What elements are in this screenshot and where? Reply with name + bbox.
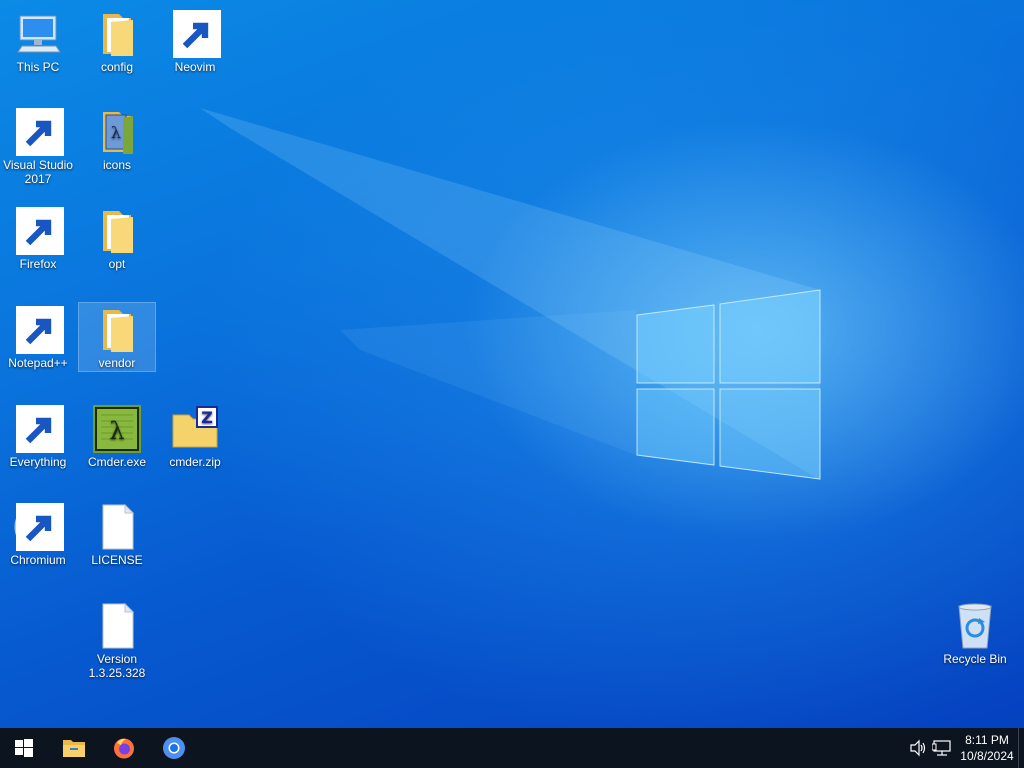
svg-text:λ: λ xyxy=(109,417,124,445)
desktop-icon-label: Recycle Bin xyxy=(943,652,1007,666)
file-explorer-icon xyxy=(63,740,85,757)
desktop-icon-label: Neovim xyxy=(174,60,216,74)
file-icon xyxy=(93,602,141,650)
chromium-icon xyxy=(14,503,64,551)
desktop-icon-license[interactable]: LICENSE xyxy=(79,503,155,571)
start-button[interactable] xyxy=(0,728,48,768)
start-icon xyxy=(15,739,33,757)
desktop-icon-label: vendor xyxy=(98,356,136,370)
notepad-plus-plus-icon xyxy=(14,306,64,354)
desktop-icon-label: Cmder.exe xyxy=(87,455,147,469)
firefox-icon xyxy=(114,738,134,759)
firefox-icon xyxy=(14,207,64,255)
folder-icon xyxy=(93,10,141,58)
desktop-icon-chromium[interactable]: Chromium xyxy=(0,503,76,571)
svg-text:λ: λ xyxy=(111,123,121,142)
show-desktop-button[interactable] xyxy=(1018,728,1024,768)
desktop-icon-recycle-bin[interactable]: Recycle Bin xyxy=(937,602,1013,670)
desktop-icon-label: Chromium xyxy=(10,553,66,567)
desktop-icon-firefox[interactable]: Firefox xyxy=(0,207,76,275)
desktop[interactable]: This PC config Neovim Visual Studio 2017… xyxy=(0,0,1024,728)
desktop-icon-opt[interactable]: opt xyxy=(79,207,155,275)
shortcut-arrow-icon xyxy=(16,306,64,354)
zip-folder-icon: Z xyxy=(171,405,219,453)
everything-search-icon xyxy=(14,405,64,453)
visual-studio-icon xyxy=(14,108,64,156)
desktop-icon-label: Visual Studio 2017 xyxy=(3,158,73,186)
desktop-icon-label: cmder.zip xyxy=(169,455,221,469)
desktop-icon-label: Everything xyxy=(9,455,67,469)
shortcut-arrow-icon xyxy=(16,207,64,255)
desktop-icon-notepad-plus-plus[interactable]: Notepad++ xyxy=(0,306,76,374)
desktop-icon-version-file[interactable]: Version 1.3.25.328 xyxy=(79,602,155,680)
svg-text:Z: Z xyxy=(201,408,213,427)
clock-date: 10/8/2024 xyxy=(960,749,1014,763)
desktop-icon-label: This PC xyxy=(16,60,60,74)
desktop-icon-label: Notepad++ xyxy=(8,356,68,370)
desktop-icon-everything[interactable]: Everything xyxy=(0,405,76,473)
folder-icon xyxy=(93,306,141,354)
desktop-icon-cmder-exe[interactable]: λ Cmder.exe xyxy=(79,405,155,473)
desktop-icon-vendor[interactable]: vendor xyxy=(78,302,156,372)
taskbar-clock[interactable]: 8:11 PM 10/8/2024 xyxy=(952,732,1022,764)
this-pc-icon xyxy=(14,10,62,58)
taskbar-chromium[interactable] xyxy=(150,728,198,768)
desktop-icon-label: config xyxy=(100,60,134,74)
desktop-icon-config[interactable]: config xyxy=(79,10,155,78)
desktop-icon-label: Version 1.3.25.328 xyxy=(88,652,146,680)
taskbar-file-explorer[interactable] xyxy=(50,728,98,768)
folder-icon: λ xyxy=(93,108,141,156)
volume-icon[interactable] xyxy=(908,738,928,758)
desktop-icon-label: LICENSE xyxy=(91,553,143,567)
desktop-icon-this-pc[interactable]: This PC xyxy=(0,10,76,78)
network-icon[interactable] xyxy=(932,738,952,758)
desktop-icon-visual-studio[interactable]: Visual Studio 2017 xyxy=(0,108,76,186)
windows-logo-wallpaper xyxy=(636,289,821,480)
shortcut-arrow-icon xyxy=(16,503,64,551)
shortcut-arrow-icon xyxy=(173,10,221,58)
desktop-icon-label: Firefox xyxy=(19,257,57,271)
desktop-icon-neovim[interactable]: Neovim xyxy=(157,10,233,78)
file-icon xyxy=(93,503,141,551)
neovim-icon xyxy=(171,10,221,58)
chromium-icon xyxy=(163,737,185,759)
desktop-icon-cmder-zip[interactable]: Z cmder.zip xyxy=(157,405,233,473)
taskbar-firefox[interactable] xyxy=(100,728,148,768)
recycle-bin-icon xyxy=(951,602,999,650)
desktop-icon-label: opt xyxy=(108,257,126,271)
clock-time: 8:11 PM xyxy=(965,733,1009,747)
shortcut-arrow-icon xyxy=(16,108,64,156)
folder-icon xyxy=(93,207,141,255)
shortcut-arrow-icon xyxy=(16,405,64,453)
desktop-icon-label: icons xyxy=(102,158,131,172)
desktop-icon-icons[interactable]: λ icons xyxy=(79,108,155,176)
cmder-icon: λ xyxy=(93,405,141,453)
taskbar: 8:11 PM 10/8/2024 xyxy=(0,728,1024,768)
